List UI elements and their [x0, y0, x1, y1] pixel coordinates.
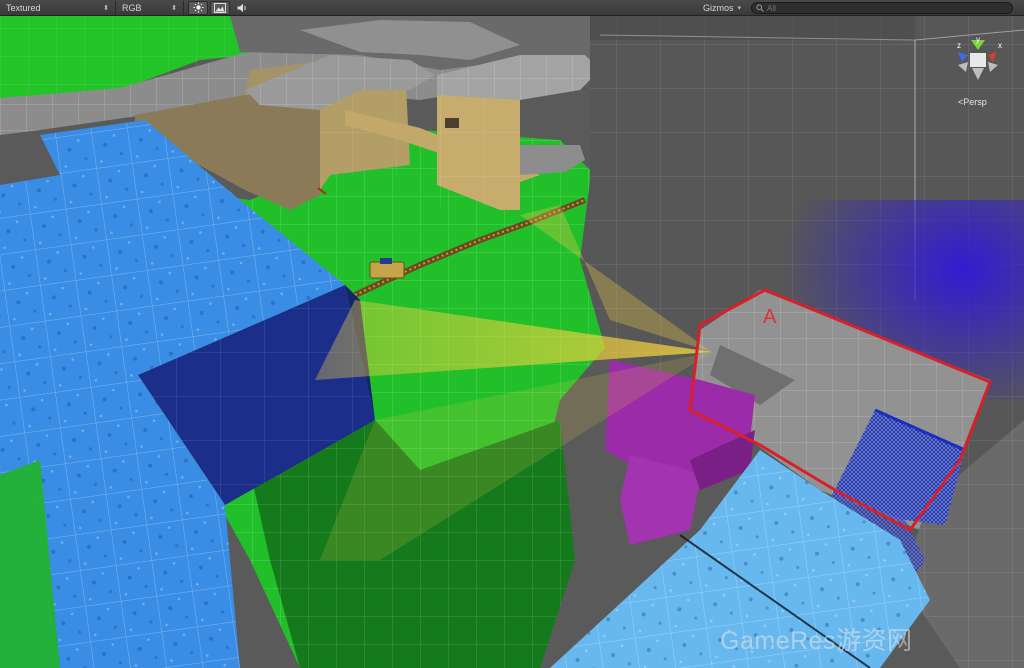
image-icon	[214, 2, 226, 13]
speaker-icon	[237, 3, 246, 12]
search-icon	[756, 4, 764, 12]
gizmo-axis-y: y	[976, 35, 980, 44]
dropdown-arrows-icon: ⬍	[103, 4, 109, 12]
gizmo-axis-z: z	[957, 41, 961, 50]
scene-view-window: { "toolbar": { "render_mode": "Textured"…	[0, 0, 1024, 668]
channel-label: RGB	[122, 2, 142, 13]
gizmo-axis-x: x	[998, 41, 1002, 50]
render-mode-dropdown[interactable]: Textured ⬍	[0, 0, 116, 15]
region-a-label: A	[763, 306, 777, 328]
dropdown-arrows-icon: ⬍	[171, 4, 177, 12]
gizmos-label: Gizmos	[703, 3, 734, 13]
scene-image-toggle[interactable]	[210, 0, 230, 15]
projection-label: Persp	[963, 97, 987, 107]
scene-toolbar: Textured ⬍ RGB ⬍ Gizmos ▾	[0, 0, 1024, 16]
scene-render	[0, 16, 1024, 668]
render-mode-label: Textured	[6, 2, 41, 13]
chevron-down-icon: ▾	[737, 5, 742, 12]
search-input[interactable]	[765, 3, 1007, 13]
hierarchy-search[interactable]	[751, 2, 1013, 14]
sun-icon	[193, 2, 203, 13]
gizmos-dropdown[interactable]: Gizmos ▾	[697, 1, 745, 15]
scene-audio-toggle[interactable]	[232, 1, 252, 15]
projection-toggle[interactable]: <Persp	[958, 97, 987, 107]
scene-viewport[interactable]: z y x <Persp A GameRes游资网	[0, 16, 1024, 668]
scene-lighting-toggle[interactable]	[188, 0, 208, 15]
channel-dropdown[interactable]: RGB ⬍	[116, 0, 184, 15]
watermark: GameRes游资网	[720, 627, 913, 655]
